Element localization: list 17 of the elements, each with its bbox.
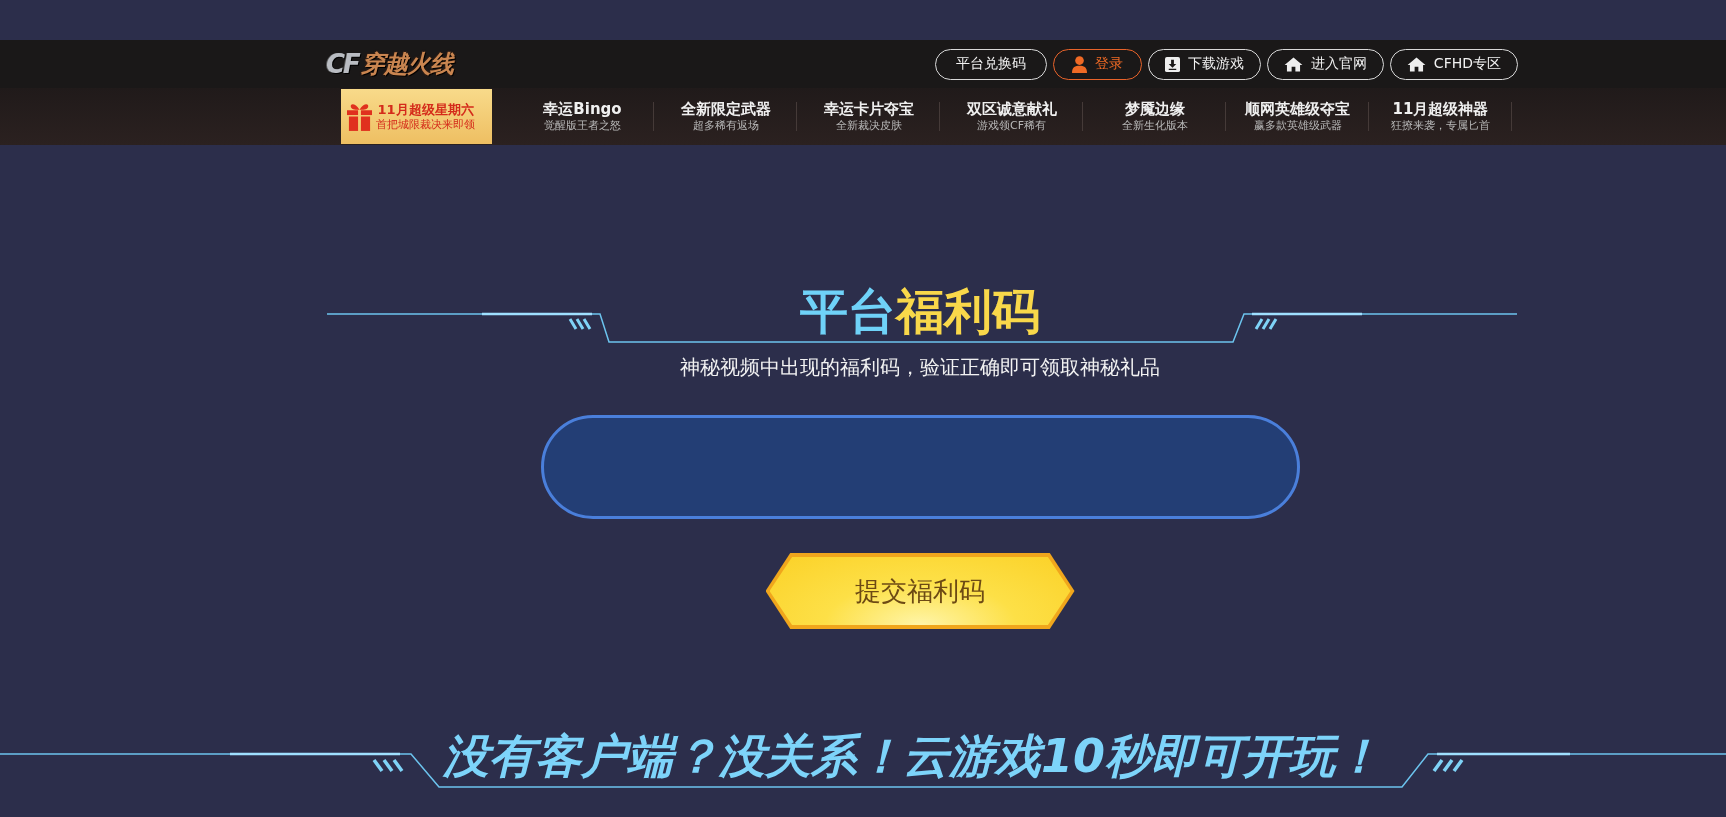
nav-item[interactable]: 梦魇边缘 全新生化版本 <box>1083 88 1226 145</box>
person-icon <box>1071 55 1087 73</box>
download-icon <box>1164 56 1180 72</box>
nav-item[interactable]: 顺网英雄级夺宝 赢多款英雄级武器 <box>1226 88 1369 145</box>
submit-button[interactable]: 提交福利码 <box>765 553 1075 629</box>
section-title: 平台福利码 <box>800 285 1040 337</box>
section-subtitle: 神秘视频中出现的福利码，验证正确即可领取神秘礼品 <box>680 354 1160 380</box>
banner-title: 没有客户端？没关系！云游戏10秒即可开玩！ <box>443 729 1381 783</box>
home-icon <box>1283 56 1303 72</box>
nav-item[interactable]: 幸运卡片夺宝 全新裁决皮肤 <box>797 88 940 145</box>
nav-item[interactable]: 11月超级神器 狂撩来袭，专属匕首 <box>1369 88 1512 145</box>
game-logo[interactable]: CF穿越火线 <box>322 47 457 81</box>
nav-item[interactable]: 幸运Bingo 觉醒版王者之怒 <box>511 88 654 145</box>
home-icon <box>1406 56 1426 72</box>
gift-icon <box>347 102 372 131</box>
nav-item[interactable]: 双区诚意献礼 游戏领CF稀有 <box>940 88 1083 145</box>
nav-item[interactable]: 全新限定武器 超多稀有返场 <box>654 88 797 145</box>
